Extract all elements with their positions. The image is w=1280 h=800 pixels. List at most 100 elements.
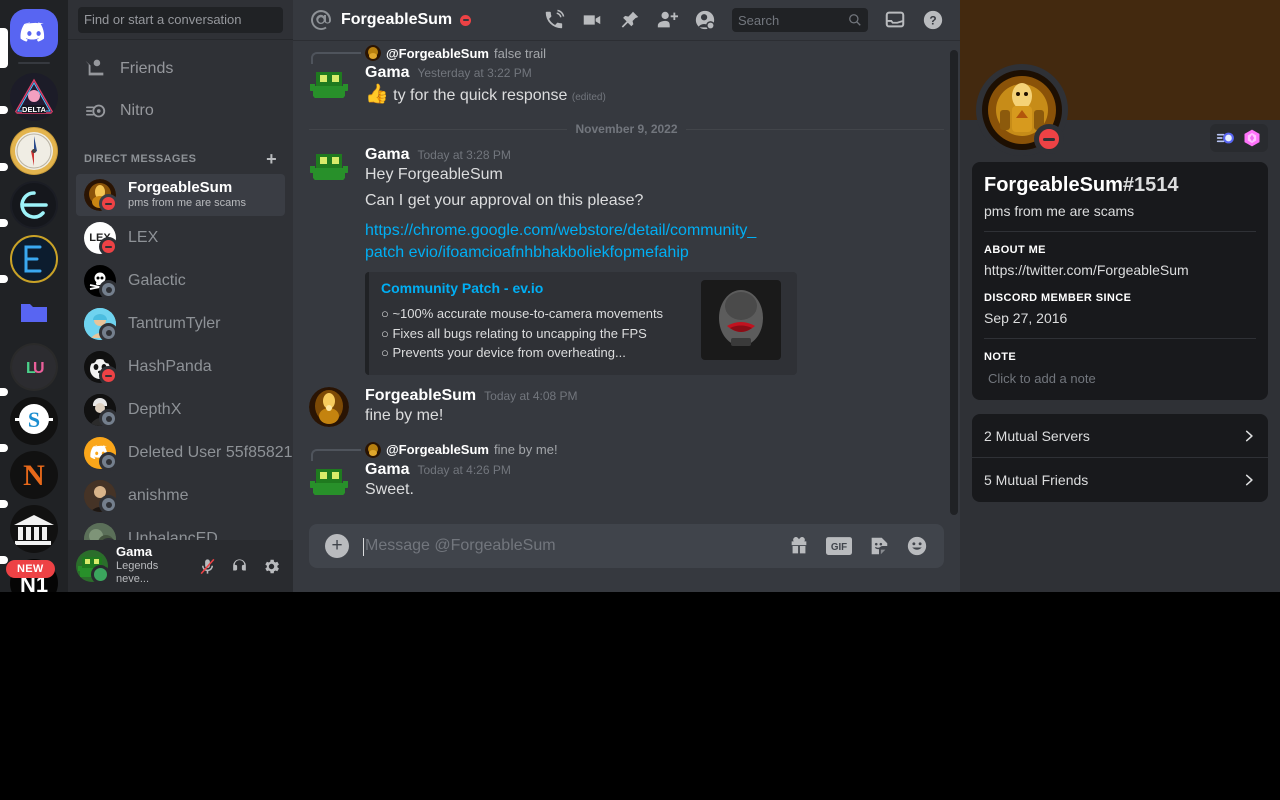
voice-call-icon[interactable] (543, 9, 565, 31)
server-icon-e[interactable] (10, 235, 58, 283)
folder-icon[interactable] (10, 289, 58, 337)
emoji-icon[interactable] (906, 535, 928, 557)
reply-context[interactable]: @ForgeableSum false trail (311, 44, 960, 64)
pin-icon[interactable] (619, 10, 640, 31)
note-input[interactable]: Click to add a note (984, 369, 1256, 388)
server-item-lu[interactable]: L U (0, 340, 68, 394)
attach-plus-button[interactable]: + (325, 534, 349, 558)
link-embed-card[interactable]: Community Patch - ev.io ○ ~100% accurate… (365, 272, 797, 375)
mutual-servers-row[interactable]: 2 Mutual Servers (972, 414, 1268, 458)
embed-thumbnail[interactable] (701, 280, 781, 361)
avatar[interactable] (976, 64, 1068, 156)
server-item-delta[interactable]: DELTA (0, 70, 68, 124)
avatar (84, 308, 118, 342)
settings-gear-icon[interactable] (257, 552, 285, 580)
gif-icon[interactable]: GIF (826, 537, 852, 555)
avatar[interactable] (309, 461, 349, 501)
headset-icon[interactable] (225, 552, 253, 580)
server-icon-s[interactable]: S (10, 397, 58, 445)
mutuals-list: 2 Mutual Servers 5 Mutual Friends (972, 414, 1268, 502)
dm-item-anishme[interactable]: anishme (76, 475, 285, 517)
status-badge (99, 409, 118, 428)
message-author[interactable]: Gama (365, 146, 409, 164)
server-icon-n[interactable]: N (10, 451, 58, 499)
boost-badge-icon[interactable] (1242, 128, 1262, 148)
avatar[interactable] (309, 146, 349, 186)
find-conversation-input[interactable]: Find or start a conversation (78, 6, 283, 33)
message-scrollbar[interactable] (950, 50, 958, 515)
inbox-icon[interactable] (884, 9, 906, 31)
avatar[interactable] (76, 550, 110, 584)
reply-text: fine by me! (493, 442, 558, 458)
server-icon-delta[interactable]: DELTA (10, 73, 58, 121)
profile-discriminator: #1514 (1122, 174, 1179, 196)
search-input[interactable]: Search (732, 8, 868, 32)
server-folder[interactable] (0, 286, 68, 340)
message-timestamp: Yesterday at 3:22 PM (417, 66, 532, 80)
about-me-link[interactable]: https://twitter.com/ForgeableSum (984, 262, 1256, 278)
server-item-compass[interactable] (0, 124, 68, 178)
dm-item-depthx[interactable]: DepthX (76, 389, 285, 431)
discord-app-window: DELTA L U S N N1 NEW Find or start a con… (0, 0, 1280, 592)
at-sign-icon (309, 8, 333, 32)
mutual-friends-row[interactable]: 5 Mutual Friends (972, 458, 1268, 502)
server-icon-epsilon[interactable] (10, 181, 58, 229)
message-group: ForgeableSum Today at 4:08 PM fine by me… (293, 385, 960, 429)
reply-author: @ForgeableSum (386, 45, 489, 61)
message-link-cont[interactable]: evio/ifoamcioafnhbhakboliekfopmefahip (409, 244, 689, 261)
dm-item-hashpanda[interactable]: HashPanda (76, 346, 285, 388)
server-icon-compass[interactable] (10, 127, 58, 175)
server-icon-bank[interactable] (10, 505, 58, 553)
server-item-s[interactable]: S (0, 394, 68, 448)
new-badge[interactable]: NEW (6, 560, 55, 578)
video-call-icon[interactable] (581, 9, 603, 31)
dm-name: TantrumTyler (128, 315, 221, 332)
server-item-e[interactable] (0, 232, 68, 286)
message-body: ForgeableSum Today at 4:08 PM fine by me… (365, 387, 944, 427)
gift-icon[interactable] (788, 535, 810, 557)
divider-line (685, 128, 944, 130)
avatar[interactable] (309, 386, 349, 427)
avatar[interactable] (309, 64, 349, 104)
avatar (84, 523, 118, 540)
message-author[interactable]: ForgeableSum (365, 387, 476, 405)
sticker-icon[interactable] (868, 535, 890, 557)
user-profile-icon[interactable] (694, 9, 716, 31)
message-meta: Gama Yesterday at 3:22 PM (365, 64, 944, 82)
server-item-n[interactable]: N (0, 448, 68, 502)
search-placeholder: Search (738, 12, 780, 28)
current-user-name: Gama (116, 544, 153, 560)
message-author[interactable]: Gama (365, 461, 409, 479)
profile-card: ForgeableSum#1514 pms from me are scams … (972, 162, 1268, 400)
sidebar-item-friends[interactable]: Friends (76, 48, 285, 90)
server-item-bank[interactable] (0, 502, 68, 556)
server-home-button[interactable] (0, 6, 68, 60)
dm-item-unbalanced[interactable]: UnbalancED (76, 518, 285, 540)
profile-badges (1210, 124, 1268, 152)
server-item-epsilon[interactable] (0, 178, 68, 232)
help-icon[interactable]: ? (922, 9, 944, 31)
reply-context[interactable]: @ForgeableSum fine by me! (311, 441, 960, 461)
dm-item-deleted-user[interactable]: Deleted User 55f85821 (76, 432, 293, 474)
message-author[interactable]: Gama (365, 64, 409, 82)
discord-home-icon[interactable] (10, 9, 58, 57)
mic-muted-icon[interactable] (193, 552, 221, 580)
dm-item-lex[interactable]: LEX LEX (76, 217, 285, 259)
status-badge (99, 495, 118, 514)
dm-item-forgeablesum[interactable]: ForgeableSum pms from me are scams (76, 174, 285, 216)
add-dm-button[interactable]: + (266, 150, 277, 168)
dm-item-galactic[interactable]: Galactic (76, 260, 285, 302)
mutual-servers-label: 2 Mutual Servers (984, 427, 1090, 444)
message-input[interactable]: Message @ForgeableSum (363, 537, 788, 556)
nitro-badge-icon[interactable] (1216, 128, 1236, 148)
status-badge (460, 14, 472, 26)
add-friend-icon[interactable] (656, 9, 678, 31)
dm-item-tantrumtyler[interactable]: TantrumTyler (76, 303, 285, 345)
message-timestamp: Today at 4:26 PM (417, 462, 511, 477)
sidebar-item-nitro[interactable]: Nitro (76, 90, 285, 132)
embed-description-line: ○ Fixes all bugs relating to uncapping t… (381, 325, 647, 341)
svg-text:N: N (23, 459, 45, 492)
embed-title[interactable]: Community Patch - ev.io (381, 280, 663, 296)
server-icon-lu[interactable]: L U (10, 343, 58, 391)
message-meta: Gama Today at 4:26 PM (365, 461, 944, 479)
